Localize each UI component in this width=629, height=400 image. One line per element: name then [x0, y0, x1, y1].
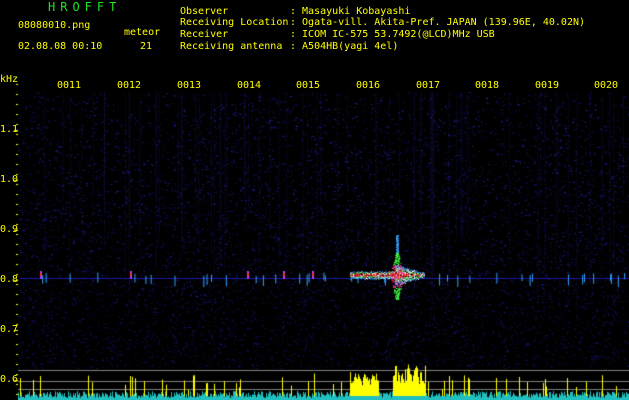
y-tick-label: 0.9 [0, 224, 19, 235]
meteor-label: meteor [124, 27, 161, 38]
y-tick-label: 0.7 [0, 324, 19, 335]
x-tick-label: 0015 [296, 80, 321, 91]
x-tick-label: 0018 [475, 80, 500, 91]
spectrogram-canvas [0, 0, 629, 400]
x-tick-label: 0020 [594, 80, 619, 91]
datetime-label: 02.08.08 00:10 [18, 41, 103, 52]
receiver-value: : ICOM IC-575 53.7492(@LCD)MHz USB [290, 29, 495, 40]
y-unit-label: kHz [0, 74, 19, 85]
location-value: : Ogata-vill. Akita-Pref. JAPAN (139.96E… [290, 17, 586, 28]
y-tick-label: 1.1 [0, 124, 19, 135]
meteor-count: 21 [140, 41, 153, 52]
y-tick-label: 0.6 [0, 374, 19, 385]
x-tick-label: 0014 [237, 80, 262, 91]
filename-label: 08080010.png [18, 20, 91, 31]
observer-value: : Masayuki Kobayashi [290, 6, 411, 17]
y-tick-label: 1.0 [0, 174, 19, 185]
antenna-label: Receiving antenna [180, 41, 283, 52]
observer-label: Observer [180, 6, 229, 17]
app-title: HROFFT [48, 0, 122, 14]
x-tick-label: 0017 [416, 80, 441, 91]
y-tick-label: 0.8 [0, 274, 19, 285]
receiver-label: Receiver [180, 29, 229, 40]
x-tick-label: 0012 [117, 80, 142, 91]
antenna-value: : A504HB(yagi 4el) [290, 41, 399, 52]
x-tick-label: 0011 [57, 80, 82, 91]
x-tick-label: 0019 [535, 80, 560, 91]
location-label: Receiving Location [180, 17, 289, 28]
x-tick-label: 0016 [356, 80, 381, 91]
x-tick-label: 0013 [177, 80, 202, 91]
